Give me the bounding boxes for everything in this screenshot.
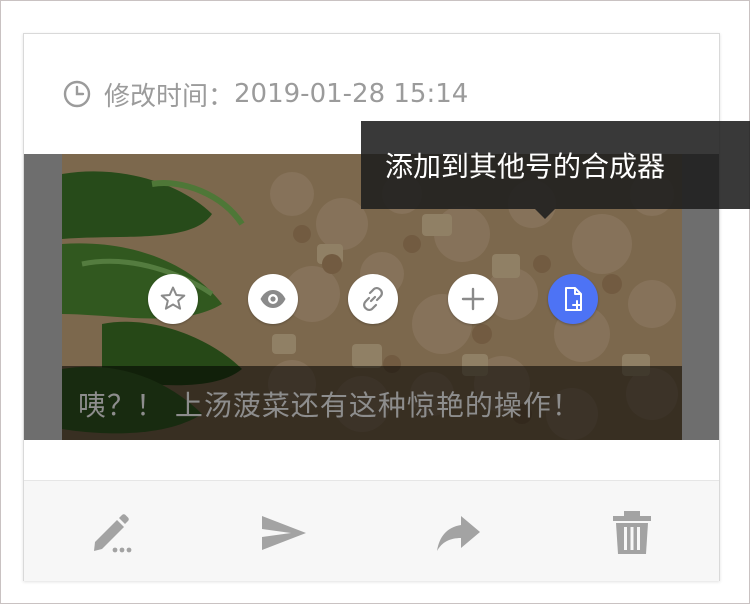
card-footer	[24, 480, 719, 581]
trash-icon	[613, 511, 651, 554]
share-button[interactable]	[429, 503, 489, 563]
tooltip: 添加到其他号的合成器	[361, 121, 750, 219]
add-to-other-composer-button[interactable]	[548, 274, 598, 324]
article-title: 咦？！ 上汤菠菜还有这种惊艳的操作！	[78, 389, 581, 422]
star-icon	[160, 286, 186, 310]
article-card: 修改时间： 2019-01-28 15:14 咦？！ 上汤菠菜还有这种惊艳的操作…	[23, 33, 720, 581]
favorite-button[interactable]	[148, 274, 198, 324]
edit-icon	[94, 514, 132, 553]
tooltip-text: 添加到其他号的合成器	[385, 150, 666, 183]
add-button[interactable]	[448, 274, 498, 324]
preview-button[interactable]	[248, 274, 298, 324]
delete-button[interactable]	[602, 503, 662, 563]
link-icon	[363, 286, 383, 312]
send-button[interactable]	[254, 503, 314, 563]
modified-time-row: 修改时间： 2019-01-28 15:14	[62, 78, 469, 112]
share-icon	[437, 516, 480, 551]
eye-icon	[260, 290, 286, 308]
title-overlay: 咦？！ 上汤菠菜还有这种惊艳的操作！	[62, 366, 682, 440]
plus-icon	[461, 287, 485, 311]
modified-time: 2019-01-28 15:14	[234, 79, 469, 109]
copy-link-button[interactable]	[348, 274, 398, 324]
modified-label: 修改时间：	[104, 81, 235, 112]
send-icon	[262, 516, 306, 550]
document-plus-icon	[565, 287, 582, 311]
edit-button[interactable]	[82, 503, 142, 563]
clock-icon	[63, 80, 91, 108]
